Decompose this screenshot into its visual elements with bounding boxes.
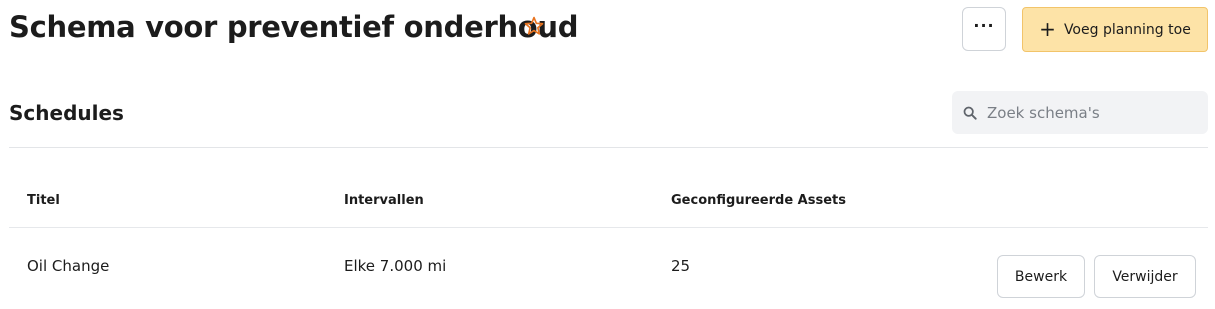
page-title: Schema voor preventief onderhoud (9, 10, 579, 44)
cell-assets: 25 (671, 257, 691, 275)
search-input[interactable] (987, 103, 1187, 122)
page: Schema voor preventief onderhoud ··· + V… (0, 0, 1215, 309)
search-icon (963, 106, 977, 120)
cell-title: Oil Change (27, 257, 110, 275)
column-header-intervals: Intervallen (344, 193, 424, 208)
column-header-title: Titel (27, 193, 60, 208)
row-divider (9, 227, 1208, 228)
add-schedule-button[interactable]: + Voeg planning toe (1022, 7, 1208, 52)
star-icon[interactable] (523, 15, 545, 37)
add-schedule-label: Voeg planning toe (1063, 21, 1191, 38)
plus-icon: + (1039, 16, 1056, 41)
edit-button[interactable]: Bewerk (997, 255, 1085, 298)
search-box[interactable] (952, 91, 1208, 134)
cell-intervals: Elke 7.000 mi (344, 257, 447, 275)
more-options-button[interactable]: ··· (962, 7, 1006, 51)
section-title: Schedules (9, 101, 124, 125)
delete-button[interactable]: Verwijder (1094, 255, 1196, 298)
more-icon: ··· (973, 16, 995, 35)
divider (9, 147, 1208, 148)
column-header-assets: Geconfigureerde Assets (671, 193, 846, 208)
